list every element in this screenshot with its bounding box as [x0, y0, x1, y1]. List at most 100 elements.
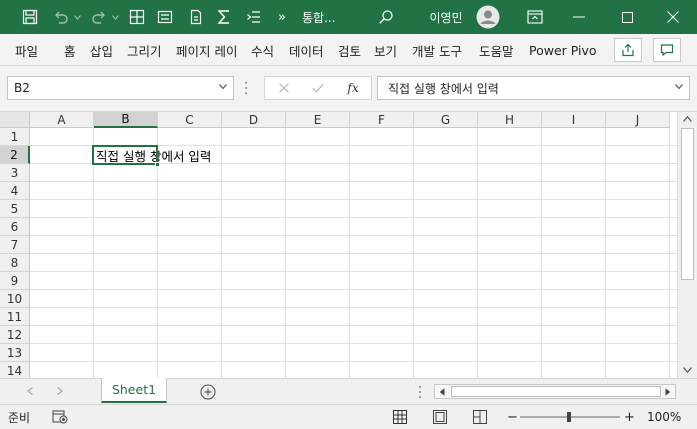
row-header-11[interactable]: 11	[0, 308, 30, 326]
prev-sheet-icon[interactable]	[27, 387, 33, 395]
insert-function-button[interactable]: fx	[341, 77, 365, 99]
page-layout-view-icon[interactable]	[428, 405, 452, 429]
close-icon[interactable]	[660, 0, 686, 34]
tab-home[interactable]: 홈	[64, 34, 76, 66]
fill-handle[interactable]	[155, 162, 160, 167]
minimize-icon[interactable]	[566, 0, 592, 34]
tab-split-handle-icon[interactable]	[418, 385, 422, 399]
zoom-out-button[interactable]: −	[507, 405, 518, 429]
column-header-f[interactable]: F	[350, 112, 414, 128]
worksheet-grid[interactable]: ABCDEFGHIJ 1 2 3 4 5 6 7 8 9 10 11 12 13 14 직접 실행 창에서…	[0, 112, 697, 378]
document-icon[interactable]	[184, 0, 208, 34]
undo-icon[interactable]	[50, 0, 72, 34]
row-header-14[interactable]: 14	[0, 362, 30, 378]
scroll-left-icon[interactable]	[439, 388, 445, 396]
tab-insert[interactable]: 삽입	[90, 34, 113, 66]
save-icon[interactable]	[18, 0, 42, 34]
formula-input[interactable]: 직접 실행 창에서 입력	[377, 76, 690, 100]
horizontal-scrollbar[interactable]	[434, 384, 676, 399]
grid-horizontal-line	[30, 199, 677, 200]
tab-view[interactable]: 보기	[374, 34, 397, 66]
document-title: 통합...	[302, 10, 336, 25]
column-header-a[interactable]: A	[30, 112, 94, 128]
table-icon[interactable]	[125, 0, 149, 34]
macro-record-icon[interactable]	[52, 405, 68, 429]
share-button[interactable]	[614, 38, 642, 62]
chevron-down-icon[interactable]	[219, 84, 227, 90]
form-icon[interactable]	[153, 0, 177, 34]
tab-draw[interactable]: 그리기	[127, 34, 162, 66]
row-header-13[interactable]: 13	[0, 344, 30, 362]
vertical-scrollbar[interactable]	[677, 112, 697, 378]
tab-power-pivot[interactable]: Power Pivo	[529, 34, 599, 66]
row-header-12[interactable]: 12	[0, 326, 30, 344]
formula-buttons: fx	[264, 76, 372, 100]
sheet-tab-sheet1[interactable]: Sheet1	[101, 378, 167, 403]
cancel-icon[interactable]	[273, 77, 295, 99]
tab-data[interactable]: 데이터	[289, 34, 324, 66]
tab-help[interactable]: 도움말	[479, 34, 514, 66]
add-sheet-icon[interactable]	[200, 384, 216, 400]
page-break-view-icon[interactable]	[468, 405, 492, 429]
tab-developer[interactable]: 개발 도구	[412, 34, 462, 66]
maximize-icon[interactable]	[614, 0, 640, 34]
grid-horizontal-line	[30, 181, 677, 182]
redo-icon[interactable]	[88, 0, 110, 34]
row-header-9[interactable]: 9	[0, 272, 30, 290]
column-header-b[interactable]: B	[94, 112, 158, 128]
avatar[interactable]	[475, 0, 501, 34]
enter-icon[interactable]	[307, 77, 329, 99]
tab-file[interactable]: 파일	[15, 34, 38, 66]
name-box[interactable]: B2	[7, 76, 234, 100]
zoom-in-button[interactable]: +	[624, 405, 635, 429]
indent-icon[interactable]	[242, 0, 266, 34]
row-header-1[interactable]: 1	[0, 128, 30, 146]
column-header-j[interactable]: J	[606, 112, 670, 128]
normal-view-icon[interactable]	[386, 405, 414, 429]
column-header-g[interactable]: G	[414, 112, 478, 128]
scroll-down-icon[interactable]	[683, 367, 692, 373]
comments-button[interactable]	[653, 38, 681, 62]
tab-formulas[interactable]: 수식	[251, 34, 274, 66]
expand-formula-icon[interactable]	[675, 84, 683, 90]
column-header-c[interactable]: C	[158, 112, 222, 128]
drag-handle-icon[interactable]	[244, 80, 248, 96]
row-header-4[interactable]: 4	[0, 182, 30, 200]
zoom-slider[interactable]	[520, 405, 620, 429]
next-sheet-icon[interactable]	[57, 387, 63, 395]
tab-page-layout[interactable]: 페이지 레이	[176, 34, 243, 66]
row-header-10[interactable]: 10	[0, 290, 30, 308]
grid-horizontal-line	[30, 361, 677, 362]
grid-horizontal-line	[30, 289, 677, 290]
row-header-3[interactable]: 3	[0, 164, 30, 182]
user-name[interactable]: 이영민	[425, 0, 467, 34]
column-header-e[interactable]: E	[286, 112, 350, 128]
more-commands[interactable]: »	[272, 0, 292, 34]
scroll-up-icon[interactable]	[683, 116, 692, 122]
row-header-5[interactable]: 5	[0, 200, 30, 218]
row-header-6[interactable]: 6	[0, 218, 30, 236]
grid-horizontal-line	[30, 235, 677, 236]
grid-horizontal-line	[30, 343, 677, 344]
column-header-h[interactable]: H	[478, 112, 542, 128]
search-icon[interactable]	[374, 0, 398, 34]
ribbon-display-icon[interactable]	[522, 0, 548, 34]
row-header-8[interactable]: 8	[0, 254, 30, 272]
select-all-corner[interactable]	[0, 112, 30, 128]
scroll-right-icon[interactable]	[665, 388, 671, 396]
tab-review[interactable]: 검토	[338, 34, 361, 66]
status-ready: 준비	[8, 410, 31, 425]
sum-icon[interactable]	[213, 0, 235, 34]
undo-dropdown-icon[interactable]	[72, 0, 82, 34]
selected-cell-outline[interactable]	[92, 145, 158, 165]
zoom-level[interactable]: 100%	[647, 405, 681, 429]
horizontal-scroll-thumb[interactable]	[451, 386, 661, 397]
row-header-7[interactable]: 7	[0, 236, 30, 254]
row-header-2[interactable]: 2	[0, 146, 30, 164]
share-icon	[622, 43, 634, 57]
ribbon-tabs: 파일 홈 삽입 그리기 페이지 레이 수식 데이터 검토 보기 개발 도구 도움…	[0, 34, 697, 66]
vertical-scroll-thumb[interactable]	[681, 128, 694, 280]
column-header-d[interactable]: D	[222, 112, 286, 128]
redo-dropdown-icon[interactable]	[110, 0, 120, 34]
column-header-i[interactable]: I	[542, 112, 606, 128]
